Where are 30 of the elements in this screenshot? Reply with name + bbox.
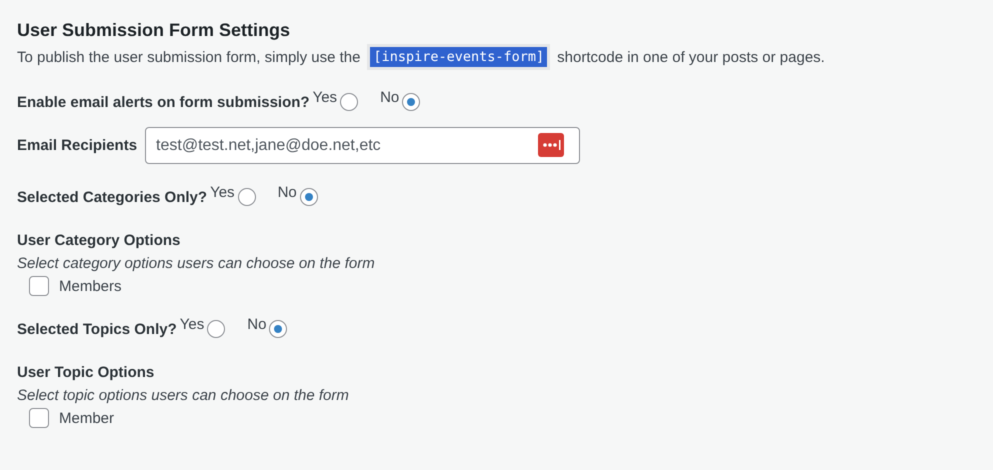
group-heading: User Category Options bbox=[17, 232, 182, 249]
intro-text: shortcode in one of your posts or pages. bbox=[557, 48, 825, 66]
radio-button[interactable] bbox=[238, 188, 256, 206]
radio-button[interactable] bbox=[340, 93, 358, 111]
field-label: Enable email alerts on form submission? bbox=[17, 94, 310, 110]
group-heading: User Topic Options bbox=[17, 364, 156, 381]
option-label: Yes bbox=[180, 316, 204, 332]
intro-text: To publish the user submission form, simply use the bbox=[17, 48, 360, 66]
field-label: Selected Categories Only? bbox=[17, 188, 208, 206]
option-label: Yes bbox=[210, 184, 235, 200]
radio-button[interactable] bbox=[402, 93, 420, 111]
option-label: No bbox=[380, 88, 400, 106]
group-description: Select topic options users can choose on the form bbox=[17, 387, 350, 404]
checkbox-label: Members bbox=[59, 278, 122, 294]
option-label: No bbox=[278, 184, 297, 200]
option-label: Yes bbox=[312, 88, 338, 106]
checkbox[interactable] bbox=[29, 408, 49, 428]
group-description: Select category options users can choose on the form bbox=[17, 255, 376, 272]
checkbox[interactable] bbox=[29, 276, 49, 296]
checkbox-label: Member bbox=[59, 410, 114, 426]
section-title: User Submission Form Settings bbox=[17, 20, 292, 41]
field-label: Email Recipients bbox=[17, 137, 138, 154]
password-manager-icon[interactable] bbox=[538, 133, 564, 157]
radio-button[interactable] bbox=[269, 320, 288, 338]
email-field[interactable]: test@test.net,jane@doe.net,etc bbox=[145, 127, 580, 164]
option-label: No bbox=[247, 316, 266, 332]
radio-button[interactable] bbox=[207, 320, 226, 338]
field-label: Selected Topics Only? bbox=[17, 320, 177, 338]
shortcode: [inspire-events-form] bbox=[370, 47, 548, 67]
radio-button[interactable] bbox=[300, 188, 318, 206]
